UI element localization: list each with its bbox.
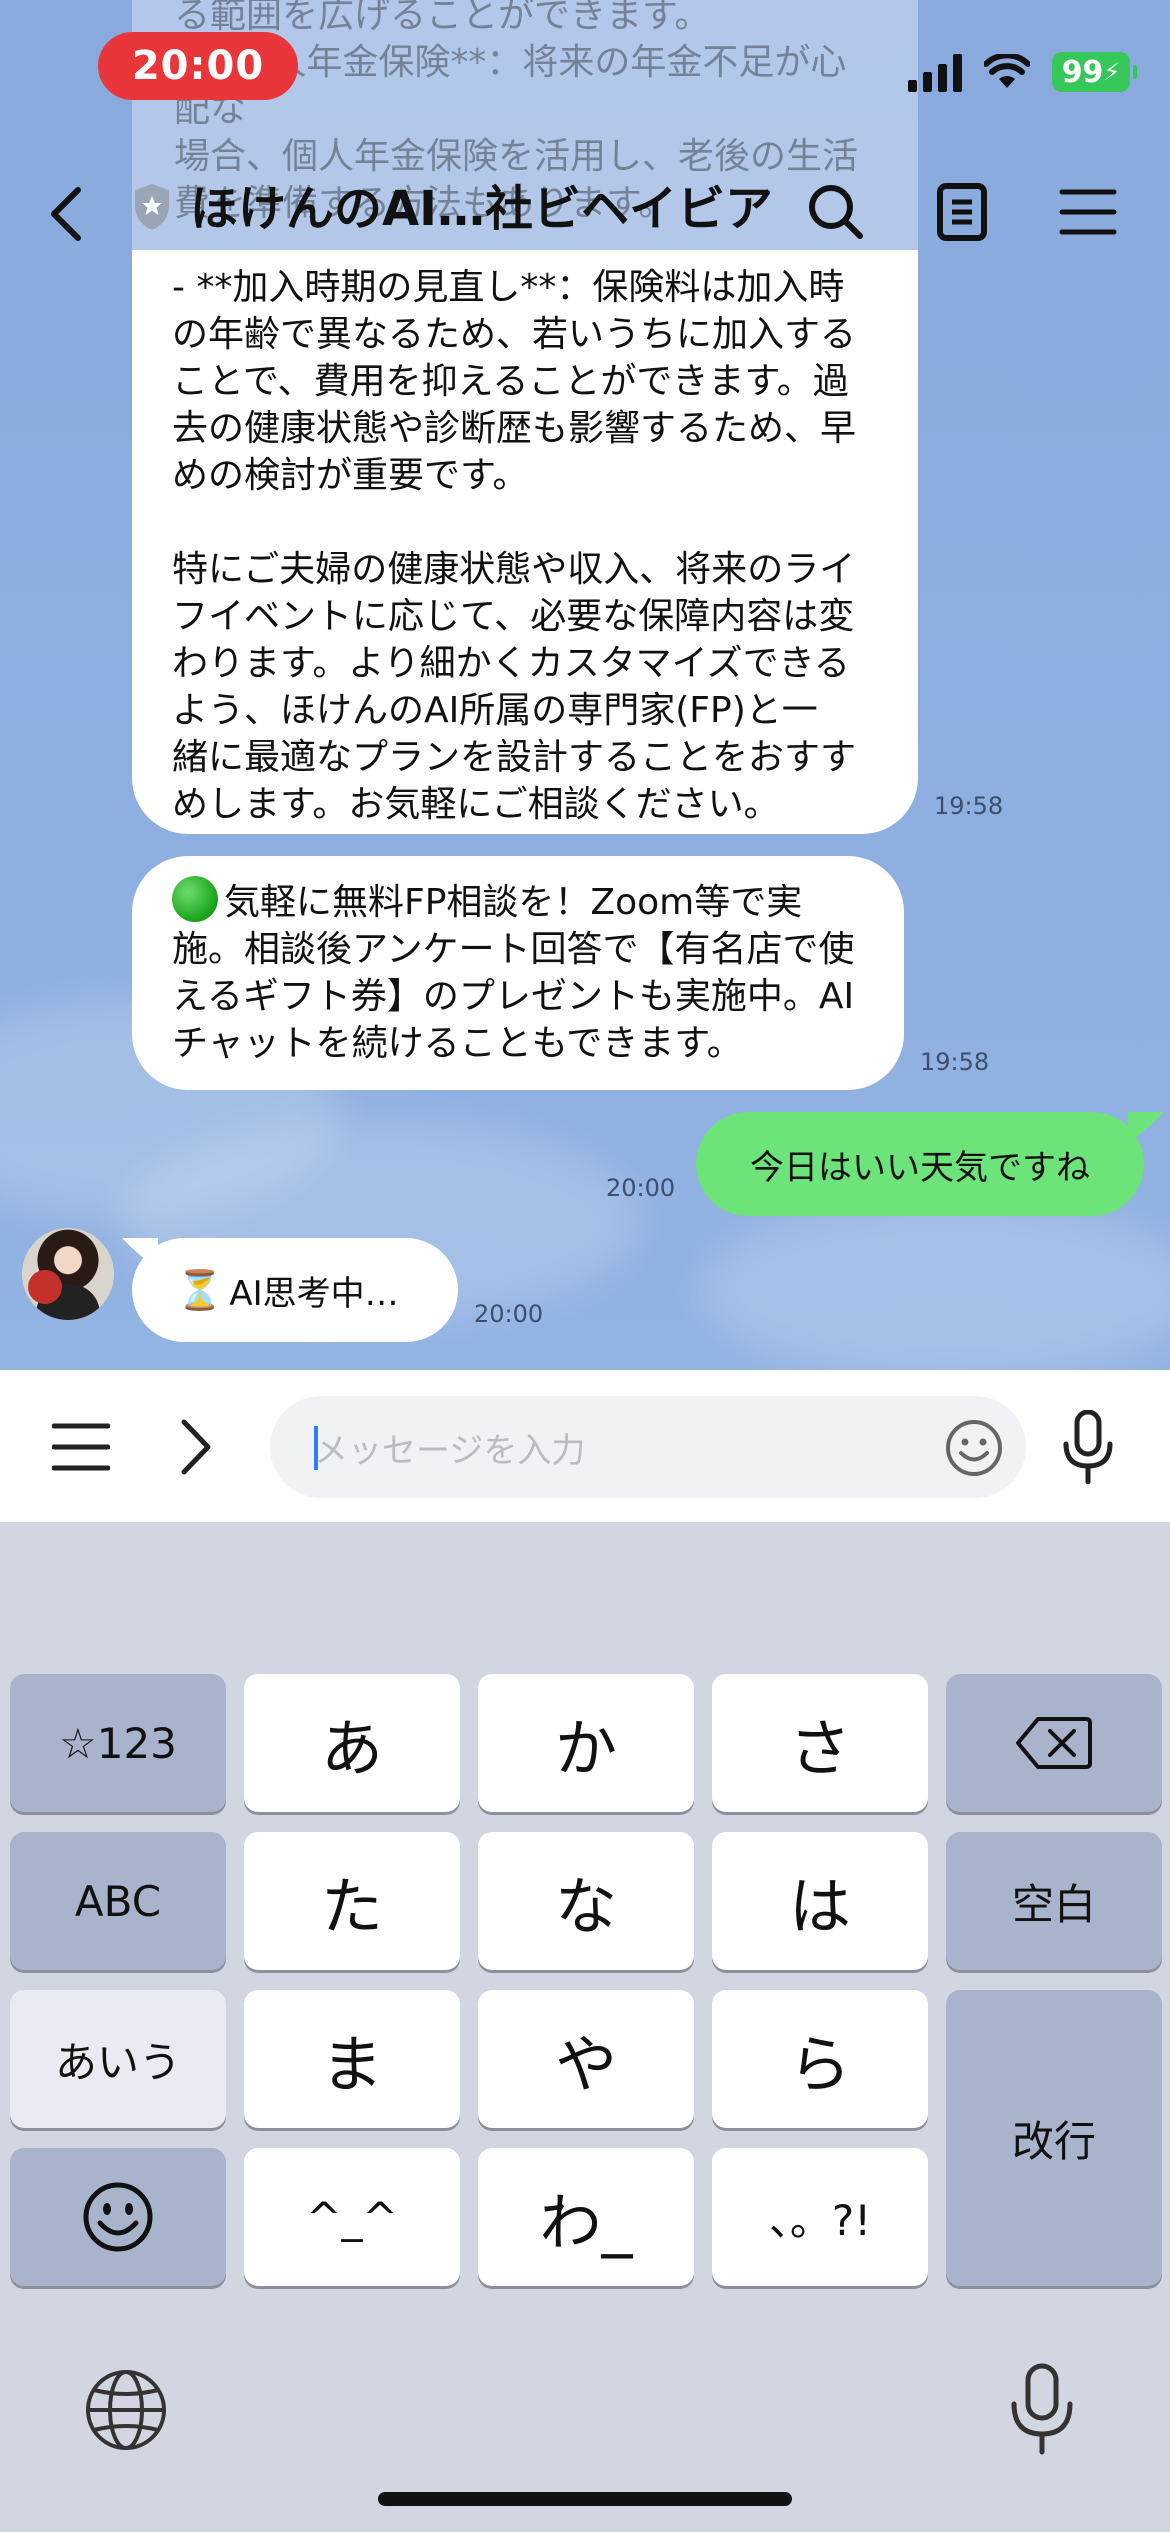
key-sa[interactable]: さ xyxy=(712,1674,928,1812)
key-return[interactable]: 改行 xyxy=(946,1990,1162,2286)
message-time: 19:58 xyxy=(920,1048,990,1076)
message-text: 気軽に無料FP相談を！Zoom等で実 施。相談後アンケート回答で【有名店で使 え… xyxy=(172,882,855,1064)
message-time: 20:00 xyxy=(474,1300,544,1328)
dictation-microphone-icon[interactable] xyxy=(1010,2362,1074,2456)
battery-level: 99 xyxy=(1061,54,1104,90)
key-abc[interactable]: ABC xyxy=(10,1832,226,1970)
back-chevron-icon[interactable] xyxy=(40,184,92,244)
chevron-right-icon[interactable] xyxy=(176,1418,216,1476)
wifi-icon xyxy=(984,54,1030,88)
sent-message-bubble: 今日はいい天気ですね xyxy=(696,1112,1144,1216)
key-ta[interactable]: た xyxy=(244,1832,460,1970)
key-kaomoji[interactable]: ^_^ xyxy=(244,2148,460,2286)
chat-header: ほけんのAI…社ビヘイビア xyxy=(0,160,1170,260)
key-ka[interactable]: か xyxy=(478,1674,694,1812)
key-a[interactable]: あ xyxy=(244,1674,460,1812)
green-circle-icon xyxy=(172,876,218,922)
menu-icon[interactable] xyxy=(52,1420,110,1474)
key-delete[interactable] xyxy=(946,1674,1162,1812)
japanese-keyboard: ☆123 あ か さ ABC た な は 空白 あいう ま や ら 改行 ^_^… xyxy=(0,1522,1170,2532)
key-symbols[interactable]: ☆123 xyxy=(10,1674,226,1812)
received-message-bubble: - **加入時期の見直し**：保険料は加入時 の年齢で異なるため、若いうちに加入… xyxy=(132,250,918,834)
home-indicator[interactable] xyxy=(378,2492,792,2506)
message-text: 今日はいい天気ですね xyxy=(750,1147,1090,1188)
input-placeholder: メッセージを入力 xyxy=(314,1430,586,1471)
thinking-message-bubble: ⏳ AI思考中… xyxy=(132,1238,458,1342)
text-caret xyxy=(314,1426,318,1470)
message-time: 20:00 xyxy=(606,1174,676,1202)
avatar-badge xyxy=(28,1270,62,1304)
emoji-icon[interactable] xyxy=(944,1418,1004,1478)
emoji-face-icon xyxy=(83,2182,153,2252)
status-time: 20:00 xyxy=(98,32,298,100)
key-ha[interactable]: は xyxy=(712,1832,928,1970)
cellular-signal-icon xyxy=(908,52,962,92)
key-punctuation[interactable]: 、。?! xyxy=(712,2148,928,2286)
key-na[interactable]: な xyxy=(478,1832,694,1970)
notes-icon[interactable] xyxy=(930,180,994,244)
key-space[interactable]: 空白 xyxy=(946,1832,1162,1970)
chat-title[interactable]: ほけんのAI…社ビヘイビア xyxy=(190,174,770,244)
key-ma[interactable]: ま xyxy=(244,1990,460,2128)
key-ya[interactable]: や xyxy=(478,1990,694,2128)
message-text: AI思考中… xyxy=(229,1273,399,1314)
message-text: - **加入時期の見直し**：保険料は加入時 の年齢で異なるため、若いうちに加入… xyxy=(172,267,857,825)
key-emoji[interactable] xyxy=(10,2148,226,2286)
status-icons: 99 ⚡ xyxy=(908,44,1137,100)
key-wa[interactable]: わ_ xyxy=(478,2148,694,2286)
hourglass-icon: ⏳ xyxy=(176,1267,224,1312)
message-input-bar: メッセージを入力 xyxy=(0,1370,1170,1522)
key-kana-mode[interactable]: あいう xyxy=(10,1990,226,2128)
received-message-bubble: 気軽に無料FP相談を！Zoom等で実 施。相談後アンケート回答で【有名店で使 え… xyxy=(132,856,904,1090)
bot-avatar[interactable] xyxy=(22,1228,114,1320)
message-time: 19:58 xyxy=(934,792,1004,820)
backspace-icon xyxy=(1016,1717,1092,1769)
official-account-shield-icon xyxy=(135,184,169,230)
message-input[interactable]: メッセージを入力 xyxy=(270,1396,1026,1498)
microphone-icon[interactable] xyxy=(1062,1410,1114,1484)
globe-icon[interactable] xyxy=(84,2368,168,2452)
battery-icon: 99 ⚡ xyxy=(1052,52,1137,92)
menu-icon[interactable] xyxy=(1056,180,1120,244)
key-ra[interactable]: ら xyxy=(712,1990,928,2128)
search-icon[interactable] xyxy=(804,180,868,244)
